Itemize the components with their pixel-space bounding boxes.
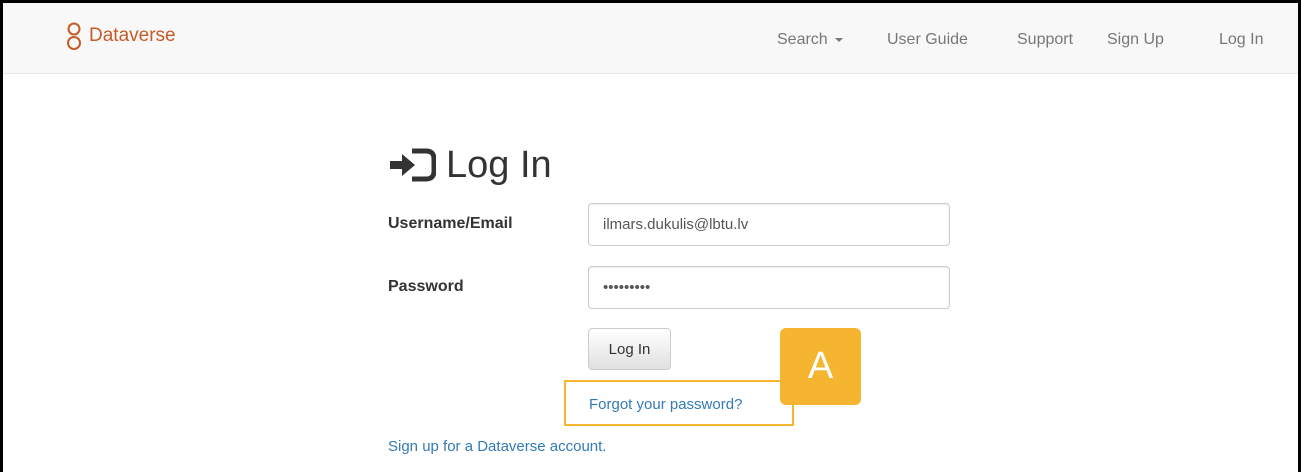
nav-user-guide[interactable]: User Guide — [887, 31, 968, 49]
brand-link[interactable]: Dataverse — [65, 21, 176, 51]
log-in-icon — [390, 148, 436, 182]
nav-search-label: Search — [777, 31, 828, 48]
page-title-text: Log In — [446, 143, 552, 186]
nav-log-in[interactable]: Log In — [1219, 31, 1263, 49]
username-label: Username/Email — [388, 215, 513, 232]
annotation-badge: A — [780, 328, 861, 405]
page-title: Log In — [388, 140, 552, 190]
password-label: Password — [388, 278, 464, 295]
nav-search-dropdown[interactable]: Search — [777, 31, 843, 49]
dataverse-logo-icon — [67, 22, 81, 50]
log-in-button[interactable]: Log In — [588, 328, 671, 370]
password-input[interactable] — [588, 266, 950, 309]
caret-down-icon — [834, 37, 843, 42]
nav-sign-up[interactable]: Sign Up — [1107, 31, 1164, 49]
username-input[interactable] — [588, 203, 950, 246]
forgot-password-link[interactable]: Forgot your password? — [589, 396, 742, 413]
sign-up-account-link[interactable]: Sign up for a Dataverse account. — [388, 438, 606, 455]
brand-name: Dataverse — [89, 25, 176, 46]
navbar: Dataverse Search User Guide Support Sign… — [3, 3, 1298, 74]
nav-support[interactable]: Support — [1017, 31, 1073, 49]
